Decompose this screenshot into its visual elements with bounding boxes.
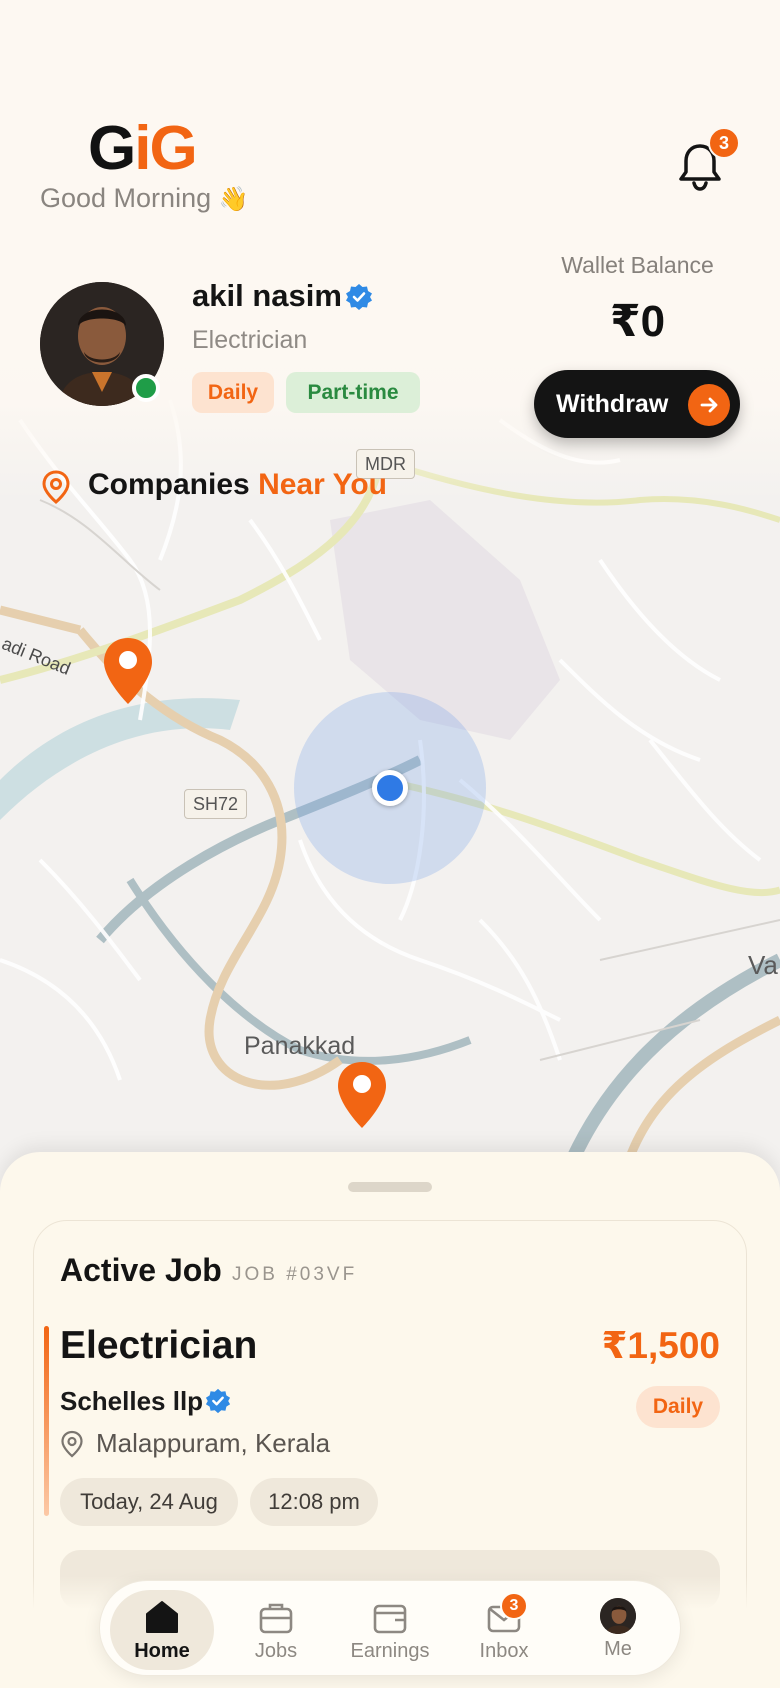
location-pin-icon xyxy=(61,1430,83,1458)
sheet-drag-handle[interactable] xyxy=(348,1182,432,1192)
verified-badge-icon xyxy=(346,284,372,310)
online-status-dot xyxy=(132,374,160,402)
job-id: JOB #03VF xyxy=(232,1264,358,1285)
nav-home[interactable]: Home xyxy=(110,1590,214,1670)
job-type-badge: Daily xyxy=(636,1386,720,1428)
notification-badge: 3 xyxy=(708,127,740,159)
withdraw-button[interactable]: Withdraw xyxy=(534,370,740,438)
user-name: akil nasim xyxy=(192,278,342,313)
location-pin-icon xyxy=(42,470,70,504)
map-edge-label: Va xyxy=(748,950,778,980)
inbox-badge: 3 xyxy=(500,1592,528,1620)
nearby-companies-title: Companies Near You xyxy=(88,468,387,501)
home-icon xyxy=(146,1601,178,1633)
wallet-label: Wallet Balance xyxy=(561,252,714,278)
job-pay: ₹1,500 xyxy=(601,1325,720,1366)
job-role: Electrician xyxy=(60,1324,258,1367)
map-town-label: Panakkad xyxy=(244,1032,356,1060)
road-shield-sh72: SH72 xyxy=(184,789,248,819)
greeting-text: Good Morning 👋 xyxy=(40,183,249,213)
verified-badge-icon xyxy=(205,1388,231,1414)
arrow-right-icon xyxy=(688,384,730,426)
company-name[interactable]: Schelles llp xyxy=(60,1386,203,1417)
job-accent-bar xyxy=(44,1326,49,1516)
app-logo: GiG xyxy=(88,114,198,183)
job-date: Today, 24 Aug xyxy=(60,1478,238,1526)
job-location: Malappuram, Kerala xyxy=(96,1428,331,1458)
tag-daily: Daily xyxy=(192,372,274,413)
company-marker-1[interactable] xyxy=(102,636,154,706)
withdraw-label: Withdraw xyxy=(556,389,669,418)
job-time: 12:08 pm xyxy=(250,1478,378,1526)
wave-emoji: 👋 xyxy=(218,186,249,213)
tag-part-time: Part-time xyxy=(286,372,420,413)
active-job-heading: Active Job xyxy=(60,1252,222,1288)
nav-earnings[interactable]: Earnings xyxy=(338,1590,442,1670)
avatar xyxy=(600,1598,636,1634)
user-role: Electrician xyxy=(192,326,308,354)
company-marker-2[interactable] xyxy=(336,1060,388,1130)
wallet-icon xyxy=(373,1604,407,1634)
current-location-dot xyxy=(372,770,408,806)
nav-jobs[interactable]: Jobs xyxy=(224,1590,328,1670)
nav-me[interactable]: Me xyxy=(566,1590,670,1670)
wallet-balance: ₹0 xyxy=(609,297,666,346)
briefcase-icon xyxy=(259,1603,293,1634)
